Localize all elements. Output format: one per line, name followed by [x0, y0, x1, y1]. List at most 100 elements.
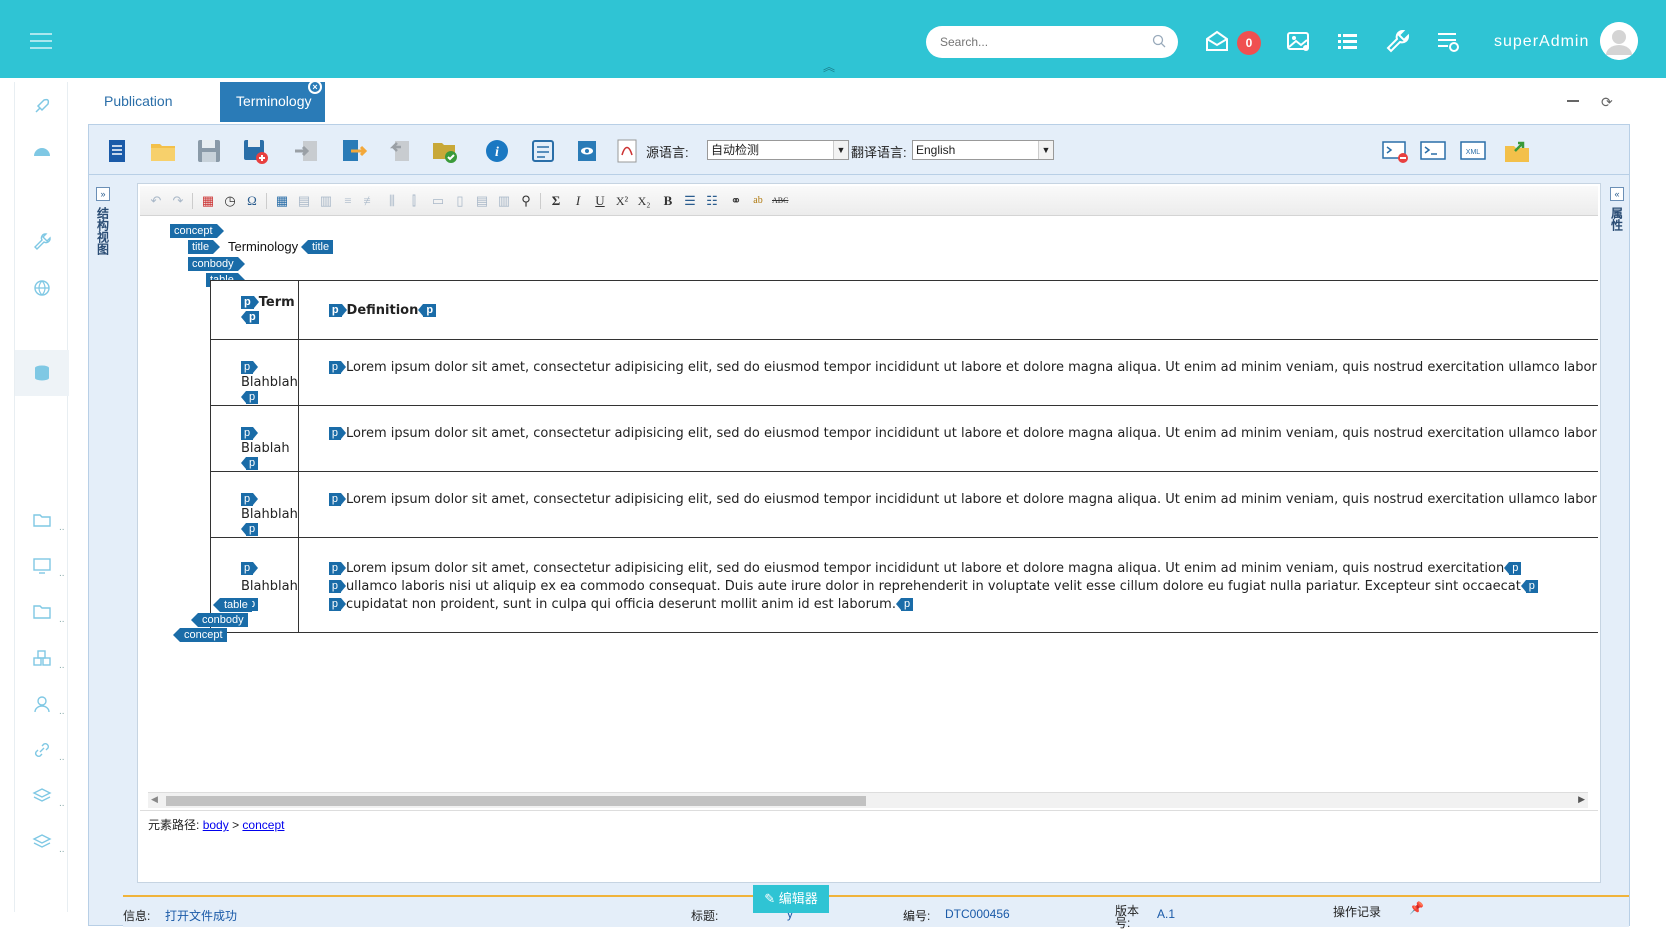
search-input[interactable] [940, 33, 1140, 51]
sum-icon[interactable]: Σ [548, 193, 564, 209]
split-col-icon[interactable]: ▥ [496, 193, 512, 209]
cubes-icon[interactable]: .. [15, 638, 69, 678]
tab-publication-title[interactable]: Publication Title [88, 82, 214, 147]
pdf-icon[interactable] [613, 137, 641, 165]
subscript-icon[interactable]: X₂ [636, 193, 652, 209]
save-icon[interactable] [195, 137, 223, 165]
rocket-icon[interactable] [15, 86, 69, 126]
approve-folder-icon[interactable] [431, 137, 459, 165]
definition-cell[interactable]: p Lorem ipsum dolor sit amet, consectetur… [297, 339, 1598, 406]
search-icon[interactable] [1152, 34, 1166, 48]
refresh-icon[interactable]: ⟳ [1601, 94, 1613, 111]
special-char-icon[interactable]: Ω [244, 193, 260, 209]
mail-icon[interactable] [1204, 28, 1230, 54]
wrench-nav-icon[interactable] [15, 222, 69, 262]
abc-check-icon[interactable]: ABC [772, 193, 788, 209]
merge-cells-icon[interactable]: ▭ [430, 193, 446, 209]
clock-icon[interactable]: ◷ [222, 193, 238, 209]
properties-panel[interactable]: « 属性 [1607, 181, 1627, 881]
collapse-header-icon[interactable]: ︽ [823, 58, 835, 75]
checklist-icon[interactable] [529, 137, 557, 165]
save-as-icon[interactable] [241, 137, 269, 165]
scroll-left-icon[interactable]: ◀ [151, 794, 158, 805]
xml-editor[interactable]: ↶ ↷ ▦ ◷ Ω ▦ ▤ ▥ ≡ ≢ ⫼ ⫿ ▭ ▯ ▤ ▥ ⚲ Σ I U … [137, 183, 1601, 883]
delete-row-icon[interactable]: ≢ [362, 193, 378, 209]
user-icon[interactable]: .. [15, 684, 69, 724]
folder-open-icon[interactable]: .. [15, 500, 69, 540]
preview-icon[interactable] [573, 137, 601, 165]
scroll-right-icon[interactable]: ▶ [1578, 794, 1585, 805]
bullet-list-icon[interactable]: ☷ [704, 193, 720, 209]
underline-icon[interactable]: U [592, 193, 608, 209]
minimize-icon[interactable] [1567, 100, 1579, 102]
wrench-icon[interactable] [1385, 28, 1411, 54]
tag-table-close[interactable]: table [213, 598, 252, 612]
search-box[interactable] [926, 26, 1178, 58]
import-icon[interactable] [293, 137, 321, 165]
xml-icon[interactable]: XML [1459, 137, 1487, 165]
definition-cell[interactable]: p Lorem ipsum dolor sit amet, consectetur… [297, 405, 1598, 472]
spellcheck-icon[interactable]: ab [750, 193, 766, 209]
calendar-icon[interactable]: ▦ [200, 193, 216, 209]
definition-cell[interactable]: p Lorem ipsum dolor sit amet, consectetur… [297, 537, 1598, 633]
header-definition[interactable]: p Definition p [297, 280, 1598, 340]
menu-toggle-icon[interactable] [30, 33, 52, 54]
monitor-icon[interactable]: .. [15, 546, 69, 586]
expand-right-icon[interactable]: « [1610, 187, 1624, 201]
export-folder-icon[interactable] [1503, 137, 1531, 165]
numbered-list-icon[interactable]: ☰ [682, 193, 698, 209]
dashboard-icon[interactable] [15, 132, 69, 172]
document-canvas[interactable]: concept title Terminology title conbody … [140, 218, 1598, 818]
split-row-icon[interactable]: ▤ [474, 193, 490, 209]
undo-doc-icon[interactable] [385, 137, 413, 165]
title-text[interactable]: Terminology [228, 239, 298, 254]
path-link-concept[interactable]: concept [242, 818, 284, 832]
italic-icon[interactable]: I [570, 193, 586, 209]
expand-left-icon[interactable]: » [96, 187, 110, 201]
tag-conbody-close[interactable]: conbody [191, 613, 248, 627]
bold-icon[interactable]: B [660, 193, 676, 209]
scrollbar-thumb[interactable] [166, 796, 866, 806]
globe-icon[interactable] [15, 268, 69, 308]
insert-col-icon[interactable]: ⫼ [384, 193, 400, 209]
editor-badge[interactable]: ✎ 编辑器 [753, 885, 829, 913]
cell-props-icon[interactable]: ▥ [318, 193, 334, 209]
export-icon[interactable] [339, 137, 367, 165]
database-icon[interactable] [15, 350, 69, 396]
tag-conbody-open[interactable]: conbody [188, 257, 245, 271]
list-icon[interactable] [1335, 28, 1361, 54]
layers-icon-2[interactable]: .. [15, 822, 69, 862]
username[interactable]: superAdmin [1494, 33, 1589, 51]
link-icon[interactable]: .. [15, 730, 69, 770]
new-document-icon[interactable] [103, 137, 131, 165]
terminal-stop-icon[interactable] [1381, 137, 1409, 165]
tag-concept-open[interactable]: concept [170, 224, 223, 238]
tag-title-close[interactable]: title [300, 240, 334, 254]
layers-icon[interactable]: .. [15, 776, 69, 816]
path-link-body[interactable]: body [203, 818, 229, 832]
undo-icon[interactable]: ↶ [148, 193, 164, 209]
table-icon[interactable]: ▦ [274, 193, 290, 209]
insert-row-icon[interactable]: ≡ [340, 193, 356, 209]
structure-view-panel[interactable]: » 结构视图 [93, 181, 113, 881]
folder-icon[interactable]: .. [15, 592, 69, 632]
term-cell[interactable]: pBlahblahp [210, 471, 299, 538]
header-term[interactable]: p Termp [210, 280, 299, 340]
task-list-icon[interactable] [1435, 28, 1461, 54]
source-lang-select[interactable]: 自动检测 ▼ [707, 140, 849, 160]
terminal-icon[interactable] [1419, 137, 1447, 165]
horizontal-scrollbar[interactable]: ◀ ▶ [148, 792, 1588, 808]
tag-concept-close[interactable]: concept [173, 628, 227, 642]
find-replace-icon[interactable]: ⚲ [518, 193, 534, 209]
target-lang-select[interactable]: English ▼ [912, 140, 1054, 160]
term-cell[interactable]: pBlahblahp [210, 339, 299, 406]
redo-icon[interactable]: ↷ [170, 193, 186, 209]
superscript-icon[interactable]: X² [614, 193, 630, 209]
open-folder-icon[interactable] [149, 137, 177, 165]
pin-icon[interactable]: 📌 [1409, 901, 1424, 915]
delete-col-icon[interactable]: ⫿ [406, 193, 422, 209]
tag-title-open[interactable]: title [188, 240, 221, 254]
close-tab-icon[interactable]: × [308, 80, 322, 94]
table-props-icon[interactable]: ▤ [296, 193, 312, 209]
history-label[interactable]: 操作记录 [1333, 903, 1381, 920]
